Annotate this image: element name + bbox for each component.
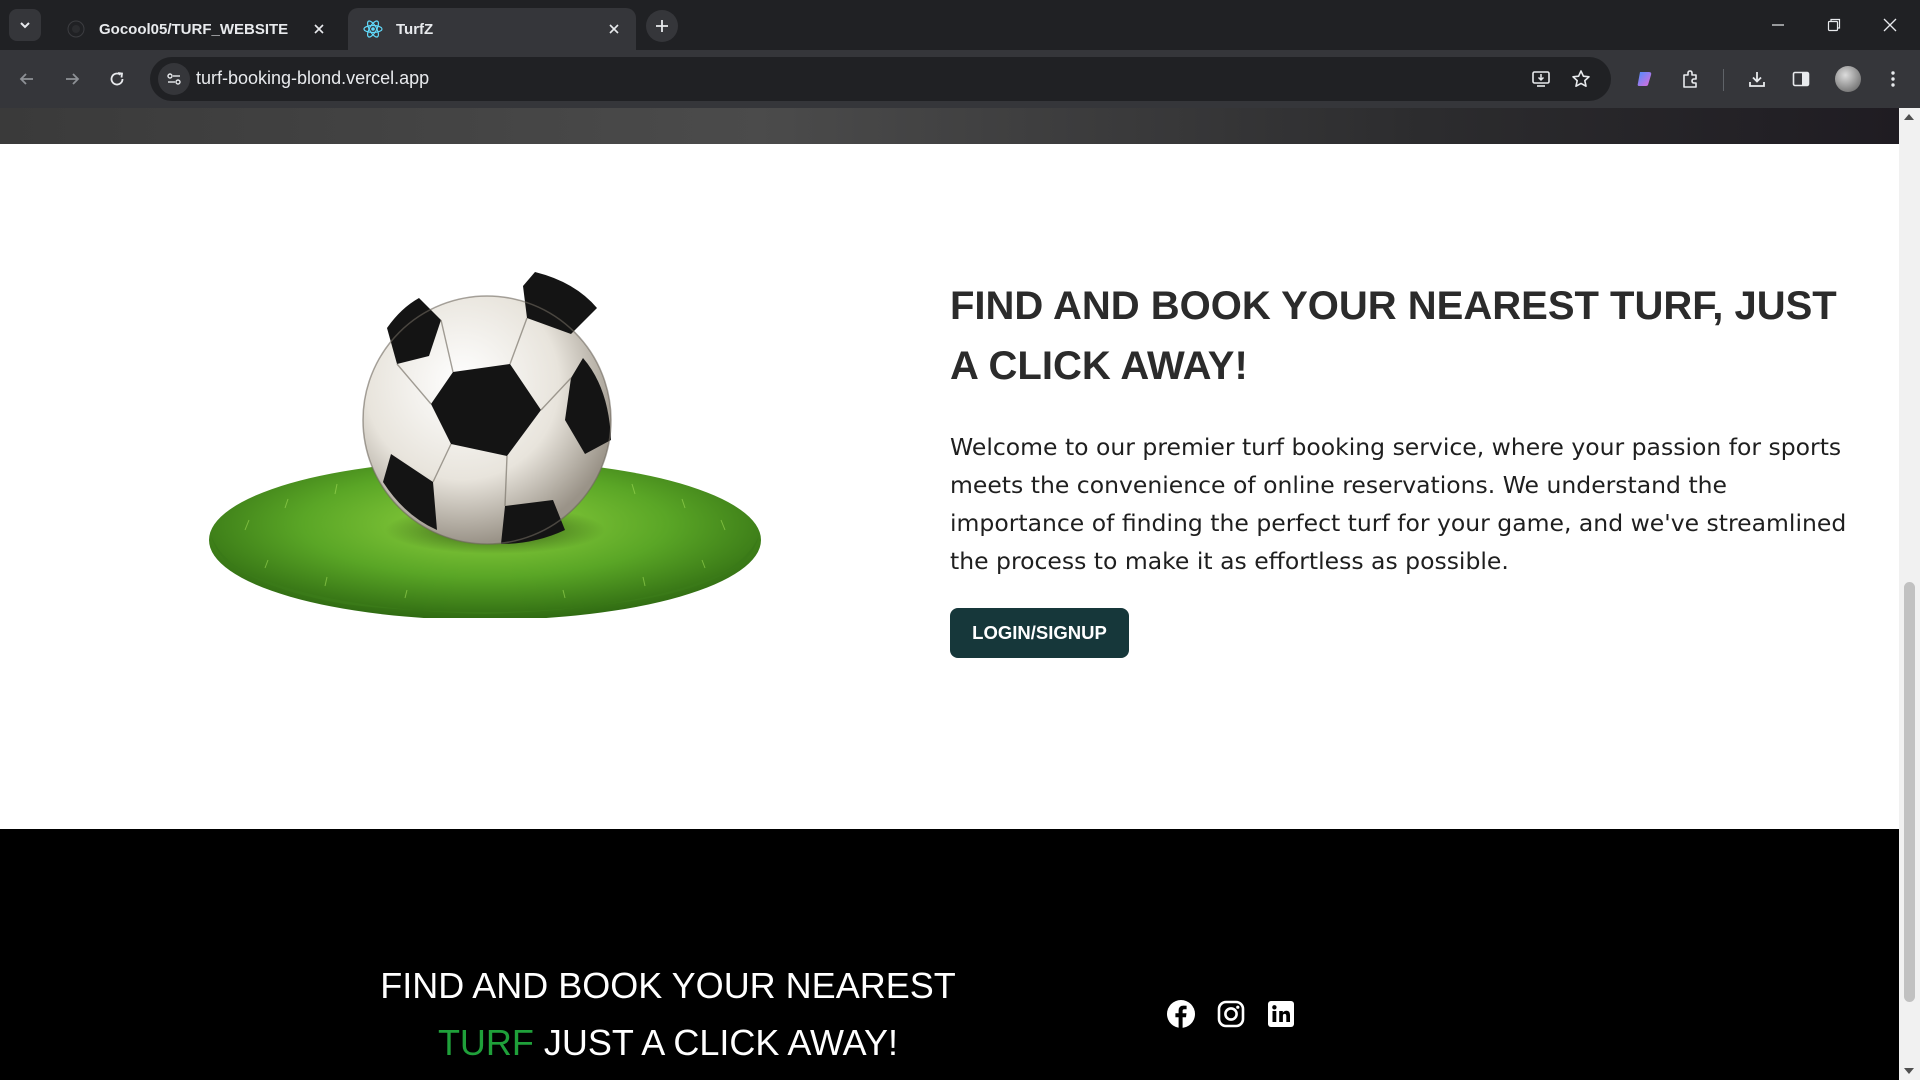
star-icon bbox=[1572, 70, 1590, 87]
install-app-icon bbox=[1532, 71, 1550, 87]
download-icon bbox=[1749, 72, 1765, 87]
tab-github[interactable]: Gocool05/TURF_WEBSITE bbox=[51, 8, 341, 50]
side-panel-button[interactable] bbox=[1784, 62, 1818, 96]
close-icon bbox=[1883, 18, 1897, 32]
reload-icon bbox=[110, 72, 124, 86]
instagram-link[interactable] bbox=[1216, 999, 1246, 1029]
footer: FIND AND BOOK YOUR NEAREST TURF JUST A C… bbox=[0, 829, 1899, 1080]
more-vertical-icon bbox=[1891, 71, 1895, 87]
linkedin-icon bbox=[1268, 1001, 1294, 1027]
hero-description: Welcome to our premier turf booking serv… bbox=[950, 433, 1847, 575]
close-tab-icon[interactable] bbox=[600, 15, 628, 43]
site-info-button[interactable] bbox=[158, 63, 190, 95]
close-window-button[interactable] bbox=[1862, 0, 1918, 50]
downloads-button[interactable] bbox=[1740, 62, 1774, 96]
avatar bbox=[1835, 66, 1861, 92]
instagram-icon bbox=[1217, 1000, 1245, 1028]
minimize-icon bbox=[1772, 24, 1784, 26]
hero-background-strip bbox=[0, 108, 1899, 144]
minimize-button[interactable] bbox=[1750, 0, 1806, 50]
restore-button[interactable] bbox=[1806, 0, 1862, 50]
page-scrollbar[interactable] bbox=[1899, 108, 1920, 1080]
scroll-up-arrow-icon[interactable] bbox=[1904, 114, 1914, 120]
react-icon bbox=[362, 18, 384, 40]
restore-icon bbox=[1827, 18, 1841, 32]
tab-label: Gocool05/TURF_WEBSITE bbox=[99, 20, 289, 38]
arrow-right-icon bbox=[66, 73, 80, 85]
tab-turfz[interactable]: TurfZ bbox=[348, 8, 636, 50]
tune-icon bbox=[167, 73, 181, 85]
bookmark-button[interactable] bbox=[1565, 63, 1597, 95]
facebook-icon bbox=[1167, 1000, 1195, 1028]
login-signup-button[interactable]: LOGIN/SIGNUP bbox=[950, 608, 1129, 658]
linkedin-link[interactable] bbox=[1266, 999, 1296, 1029]
url-text[interactable]: turf-booking-blond.vercel.app bbox=[196, 68, 429, 89]
footer-tagline: FIND AND BOOK YOUR NEAREST TURF JUST A C… bbox=[348, 957, 988, 1071]
chevron-down-icon bbox=[20, 22, 30, 29]
install-app-button[interactable] bbox=[1525, 63, 1557, 95]
puzzle-icon bbox=[1683, 70, 1697, 88]
footer-tagline-accent: TURF bbox=[437, 1022, 534, 1063]
extensions-button[interactable] bbox=[1673, 62, 1707, 96]
plus-icon bbox=[656, 20, 668, 32]
copilot-icon bbox=[1637, 72, 1652, 86]
browser-tab-strip: Gocool05/TURF_WEBSITE TurfZ bbox=[0, 0, 1920, 50]
address-bar[interactable]: turf-booking-blond.vercel.app bbox=[150, 57, 1611, 101]
forward-button[interactable] bbox=[55, 62, 89, 96]
github-icon bbox=[65, 18, 87, 40]
arrow-left-icon bbox=[19, 73, 33, 85]
soccer-ball-on-grass-image bbox=[205, 268, 765, 620]
tab-search-button[interactable] bbox=[9, 9, 41, 41]
scroll-down-arrow-icon[interactable] bbox=[1904, 1068, 1914, 1074]
page-viewport: FIND AND BOOK YOUR NEAREST TURF, JUST A … bbox=[0, 108, 1899, 1080]
side-panel-icon bbox=[1792, 71, 1810, 87]
tab-label: TurfZ bbox=[396, 20, 434, 38]
hero-title: FIND AND BOOK YOUR NEAREST TURF, JUST A … bbox=[950, 284, 1837, 388]
copilot-button[interactable] bbox=[1628, 62, 1662, 96]
browser-menu-button[interactable] bbox=[1876, 62, 1910, 96]
social-links bbox=[1166, 999, 1296, 1029]
new-tab-button[interactable] bbox=[646, 10, 678, 42]
scrollbar-thumb[interactable] bbox=[1904, 582, 1915, 1002]
toolbar-divider bbox=[1723, 69, 1724, 91]
close-tab-icon[interactable] bbox=[305, 15, 333, 43]
reload-button[interactable] bbox=[100, 62, 134, 96]
footer-tagline-line1: FIND AND BOOK YOUR NEAREST bbox=[380, 965, 956, 1006]
facebook-link[interactable] bbox=[1166, 999, 1196, 1029]
profile-button[interactable] bbox=[1831, 62, 1865, 96]
back-button[interactable] bbox=[10, 62, 44, 96]
footer-tagline-rest: JUST A CLICK AWAY! bbox=[533, 1022, 899, 1063]
browser-toolbar: turf-booking-blond.vercel.app bbox=[0, 50, 1920, 108]
